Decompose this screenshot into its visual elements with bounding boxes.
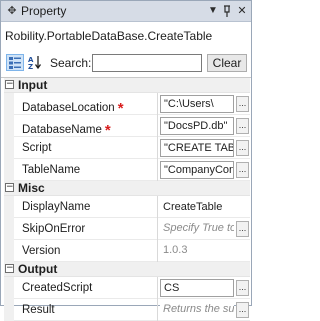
property-row[interactable]: Version 1.0.3 bbox=[4, 240, 250, 262]
property-value[interactable]: "DocsPD.db" bbox=[160, 117, 234, 135]
ellipsis-button[interactable]: ... bbox=[236, 162, 249, 178]
property-row[interactable]: CreatedScript CS... bbox=[4, 277, 250, 299]
property-name: DatabaseLocation * bbox=[22, 98, 124, 117]
category-label: Output bbox=[18, 262, 58, 276]
pin-icon: ✥ bbox=[7, 5, 17, 17]
selected-object-name: Robility.PortableDataBase.CreateTable bbox=[5, 29, 213, 43]
row-gutter bbox=[4, 196, 14, 218]
autohide-pin-icon[interactable] bbox=[221, 4, 233, 18]
property-value[interactable]: "CompanyCont bbox=[160, 161, 234, 179]
minus-icon[interactable]: − bbox=[5, 80, 14, 89]
ellipsis-button[interactable]: ... bbox=[236, 302, 249, 318]
column-divider bbox=[157, 137, 158, 159]
search-input[interactable] bbox=[92, 54, 202, 72]
property-row[interactable]: TableName "CompanyCont... bbox=[4, 159, 250, 181]
search-label: Search: bbox=[50, 56, 92, 70]
property-name: DatabaseName * bbox=[22, 120, 111, 139]
category-row-misc[interactable]: − Misc bbox=[4, 181, 250, 196]
property-grid: − Input DatabaseLocation * "C:\Users\... Data… bbox=[4, 78, 250, 321]
property-name: SkipOnError bbox=[22, 223, 85, 235]
ellipsis-button[interactable]: ... bbox=[236, 221, 249, 237]
ellipsis-button[interactable]: ... bbox=[236, 280, 249, 296]
row-gutter bbox=[4, 159, 14, 181]
property-name-label: DatabaseLocation bbox=[22, 102, 115, 114]
svg-text:Z: Z bbox=[28, 63, 33, 70]
property-row[interactable]: DisplayName CreateTable bbox=[4, 196, 250, 218]
column-divider bbox=[157, 218, 158, 240]
property-value[interactable]: "CREATE TABLE bbox=[160, 139, 234, 157]
row-gutter bbox=[4, 93, 14, 115]
close-icon[interactable]: ✕ bbox=[236, 4, 248, 18]
row-gutter bbox=[4, 218, 14, 240]
column-divider bbox=[157, 299, 158, 321]
property-name: Version bbox=[22, 245, 60, 257]
property-name-label: CreatedScript bbox=[22, 282, 93, 294]
ellipsis-button[interactable]: ... bbox=[236, 118, 249, 134]
property-name: DisplayName bbox=[22, 201, 90, 213]
property-name: TableName bbox=[22, 164, 80, 176]
property-name-label: DisplayName bbox=[22, 201, 91, 213]
property-name-label: Script bbox=[22, 142, 52, 154]
categorized-view-icon[interactable] bbox=[6, 54, 24, 71]
property-toolbar: A Z Search: Clear bbox=[4, 52, 249, 74]
row-gutter bbox=[4, 277, 14, 299]
row-gutter bbox=[4, 240, 14, 262]
column-divider bbox=[157, 240, 158, 262]
row-gutter bbox=[4, 137, 14, 159]
ellipsis-button[interactable]: ... bbox=[236, 96, 249, 112]
row-gutter bbox=[4, 115, 14, 137]
property-panel: ✥ Property ▼ ✕ Robility.PortableDataBase… bbox=[0, 0, 252, 321]
property-name-label: TableName bbox=[22, 164, 81, 176]
column-divider bbox=[157, 93, 158, 115]
property-row[interactable]: DatabaseLocation * "C:\Users\... bbox=[4, 93, 250, 117]
property-name-label: DatabaseName bbox=[22, 124, 102, 136]
category-row-input[interactable]: − Input bbox=[4, 78, 250, 93]
property-value[interactable]: 1.0.3 bbox=[160, 242, 234, 260]
panel-title: Property bbox=[21, 4, 67, 18]
property-row[interactable]: Script "CREATE TABLE... bbox=[4, 137, 250, 159]
property-value[interactable]: Returns the suc bbox=[160, 301, 234, 319]
alphabetical-sort-icon[interactable]: A Z bbox=[26, 54, 44, 71]
property-value[interactable]: Specify True to bbox=[160, 220, 234, 238]
property-value[interactable]: "C:\Users\ bbox=[160, 95, 234, 113]
panel-titlebar: ✥ Property ▼ ✕ bbox=[1, 1, 251, 22]
property-value[interactable]: CreateTable bbox=[160, 198, 234, 216]
category-row-output[interactable]: − Output bbox=[4, 262, 250, 277]
category-label: Input bbox=[18, 78, 48, 92]
column-divider bbox=[157, 159, 158, 181]
clear-button[interactable]: Clear bbox=[207, 54, 247, 72]
minus-icon[interactable]: − bbox=[5, 183, 14, 192]
column-divider bbox=[157, 277, 158, 299]
property-name-label: Version bbox=[22, 245, 61, 257]
column-divider bbox=[157, 196, 158, 218]
row-gutter bbox=[4, 299, 14, 321]
property-row[interactable]: Result Returns the suc... bbox=[4, 299, 250, 321]
ellipsis-button[interactable]: ... bbox=[236, 140, 249, 156]
chevron-down-icon[interactable]: ▼ bbox=[207, 4, 219, 18]
category-label: Misc bbox=[18, 181, 45, 195]
minus-icon[interactable]: − bbox=[5, 264, 14, 273]
property-row[interactable]: DatabaseName * "DocsPD.db"... bbox=[4, 115, 250, 139]
property-row[interactable]: SkipOnError Specify True to... bbox=[4, 218, 250, 240]
property-name: Script bbox=[22, 142, 51, 154]
property-value[interactable]: CS bbox=[160, 279, 234, 297]
property-name-label: SkipOnError bbox=[22, 223, 86, 235]
column-divider bbox=[157, 115, 158, 137]
property-name: CreatedScript bbox=[22, 282, 92, 294]
